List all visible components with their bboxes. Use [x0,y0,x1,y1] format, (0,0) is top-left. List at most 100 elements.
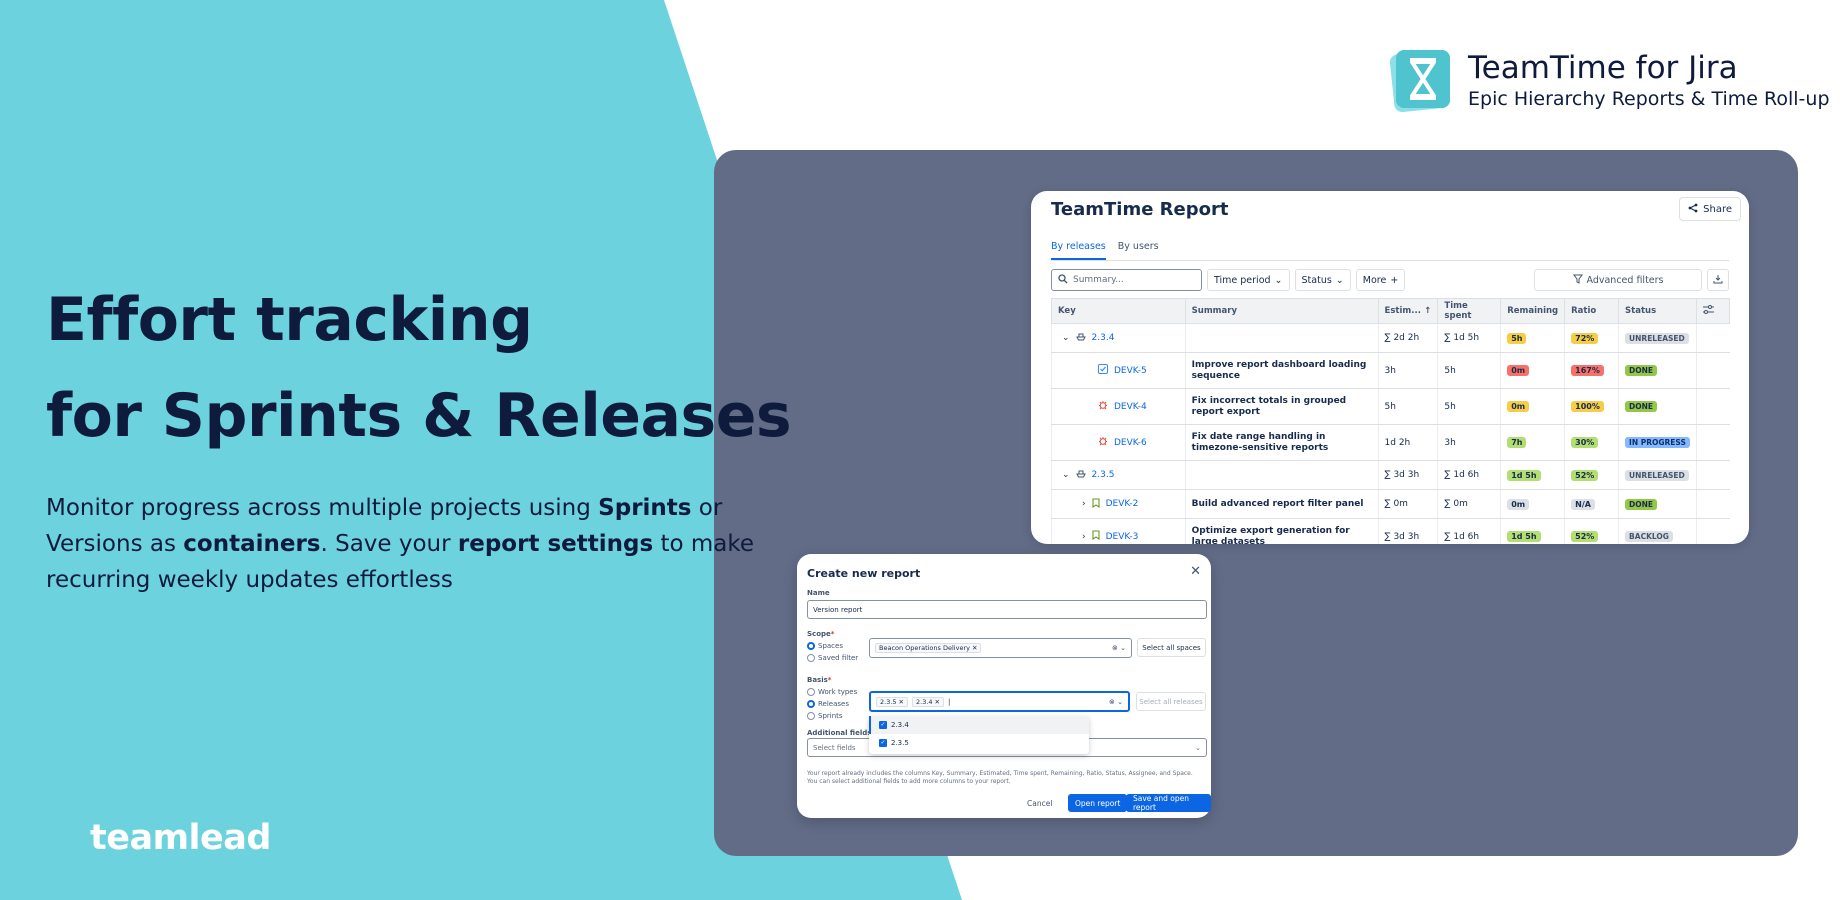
scope-label: Scope* [807,630,835,638]
remaining-pill: 7h [1507,437,1527,448]
share-button[interactable]: Share [1679,197,1741,221]
issue-key-link[interactable]: DEVK-4 [1114,402,1147,412]
report-table: Key Summary Estim... ↑ Time spent Remain… [1051,298,1730,544]
tab-by-users[interactable]: By users [1118,241,1159,260]
report-name-input[interactable]: Version report [807,600,1207,619]
col-estimated[interactable]: Estim... ↑ [1377,298,1439,324]
more-filter-label: More [1362,274,1387,286]
chevron-right-icon[interactable]: › [1082,499,1086,509]
cancel-button[interactable]: Cancel [1019,794,1060,812]
basis-radio-sprints[interactable]: Sprints [807,712,843,720]
ratio-pill: 72% [1571,332,1599,344]
release-key-link[interactable]: 2.3.5 [1092,470,1115,480]
report-tabs: By releases By users [1051,241,1729,261]
close-icon[interactable]: ✕ [1190,564,1201,579]
share-icon [1688,203,1698,216]
table-row[interactable]: DEVK-6 Fix date range handling in timezo… [1051,424,1730,461]
issue-key-link[interactable]: DEVK-5 [1114,366,1147,376]
hourglass-logo-icon [1388,44,1454,116]
download-icon [1713,274,1723,287]
dropdown-option[interactable]: ✓ 2.3.4 [869,716,1089,734]
select-fields-placeholder: Select fields [813,743,856,752]
table-row[interactable]: ⌄ 2.3.4 ∑ 2d 2h ∑ 1d 5h 5h 72% UNRELEASE… [1051,323,1730,353]
scope-radio-spaces[interactable]: Spaces [807,642,843,650]
chip-remove-icon[interactable]: ✕ [899,698,904,706]
time-period-label: Time period [1214,274,1271,286]
status-filter[interactable]: Status ⌄ [1294,269,1351,291]
basis-radio-releases[interactable]: Releases [807,700,849,708]
status-badge: DONE [1625,401,1658,412]
search-icon [1058,273,1068,287]
select-all-releases-button[interactable]: Select all releases [1136,692,1206,711]
basis-label: Basis* [807,676,832,684]
advanced-filters-button[interactable]: Advanced filters [1534,269,1702,291]
tab-by-releases[interactable]: By releases [1051,241,1106,260]
clear-and-chevron-icon[interactable]: ⊗ ⌄ [1112,644,1126,652]
row-time-spent: ∑ 1d 5h [1437,323,1501,353]
basis-radio-work-types[interactable]: Work types [807,688,857,696]
chevron-right-icon[interactable]: › [1082,532,1086,542]
remaining-pill: 1d 5h [1507,469,1541,481]
chevron-down-icon: ⌄ [1195,743,1201,752]
table-row[interactable]: DEVK-5 Improve report dashboard loading … [1051,352,1730,389]
hero-title-line1: Effort tracking [46,285,533,355]
dropdown-option[interactable]: ✓ 2.3.5 [869,734,1089,752]
desc-bold-sprints: Sprints [598,495,692,521]
summary-search-input[interactable]: Summary... [1051,269,1202,291]
bug-icon [1098,400,1108,413]
table-row[interactable]: DEVK-4 Fix incorrect totals in grouped r… [1051,388,1730,425]
option-label: 2.3.5 [891,739,909,747]
chevron-down-icon[interactable]: ⌄ [1062,470,1070,480]
chip-label: Beacon Operations Delivery [879,644,970,652]
col-status[interactable]: Status [1618,298,1698,324]
radio-label: Saved filter [818,654,859,662]
more-filter[interactable]: More + [1355,269,1406,291]
spaces-select[interactable]: Beacon Operations Delivery ✕ ⊗ ⌄ [869,638,1132,658]
advanced-filters-label: Advanced filters [1586,274,1664,286]
status-badge: UNRELEASED [1625,469,1689,481]
issue-key-link[interactable]: DEVK-6 [1114,438,1147,448]
col-summary[interactable]: Summary [1184,298,1379,324]
brand-header: TeamTime for Jira Epic Hierarchy Reports… [1388,44,1830,116]
clear-and-chevron-icon[interactable]: ⊗ ⌄ [1109,698,1123,706]
issue-key-link[interactable]: DEVK-2 [1106,499,1139,509]
col-time-spent[interactable]: Time spent [1437,298,1502,324]
additional-fields-label: Additional fields o [807,729,879,737]
bookmark-icon [1092,530,1100,543]
table-row[interactable]: › DEVK-3 Optimize export generation for … [1051,518,1730,544]
row-summary: Improve report dashboard loading sequenc… [1191,359,1367,381]
sort-arrow-up-icon: ↑ [1424,306,1432,316]
releases-select[interactable]: 2.3.5 ✕ 2.3.4 ✕ | ⊗ ⌄ [869,691,1130,712]
teamlead-logo: teamlead [90,818,271,858]
open-report-button[interactable]: Open report [1068,794,1128,812]
text-cursor: | [948,697,951,706]
chevron-down-icon[interactable]: ⌄ [1062,333,1070,343]
col-ratio[interactable]: Ratio [1564,298,1620,324]
row-summary: Build advanced report filter panel [1191,498,1364,509]
issue-key-link[interactable]: DEVK-3 [1106,532,1139,542]
share-label: Share [1703,203,1732,215]
teamtime-report-card: TeamTime Report Share By releases By use… [1031,191,1749,544]
col-key[interactable]: Key [1051,298,1186,324]
radio-label: Releases [818,700,849,708]
release-key-link[interactable]: 2.3.4 [1092,333,1115,343]
plus-icon: + [1390,274,1399,286]
chip-remove-icon[interactable]: ✕ [935,698,940,706]
name-label: Name [807,589,830,597]
scope-radio-saved-filter[interactable]: Saved filter [807,654,858,662]
download-button[interactable] [1707,269,1729,291]
table-row[interactable]: ⌄ 2.3.5 ∑ 3d 3h ∑ 1d 6h 1d 5h 52% UNRELE… [1051,460,1730,490]
scope-label-text: Scope [807,630,831,638]
time-period-filter[interactable]: Time period ⌄ [1207,269,1290,291]
column-settings-button[interactable] [1696,298,1730,324]
ratio-pill: 52% [1571,531,1599,542]
table-row[interactable]: › DEVK-2 Build advanced report filter pa… [1051,489,1730,519]
save-and-open-report-button[interactable]: Save and open report [1126,794,1211,812]
hero-title: Effort tracking for Sprints & Releases [46,272,792,464]
col-remaining[interactable]: Remaining [1500,298,1566,324]
task-checkbox-icon [1098,364,1108,377]
select-all-spaces-button[interactable]: Select all spaces [1137,638,1206,657]
release-chip: 2.3.4 ✕ [912,696,944,707]
chip-remove-icon[interactable]: ✕ [972,644,977,652]
basis-label-text: Basis [807,676,828,684]
